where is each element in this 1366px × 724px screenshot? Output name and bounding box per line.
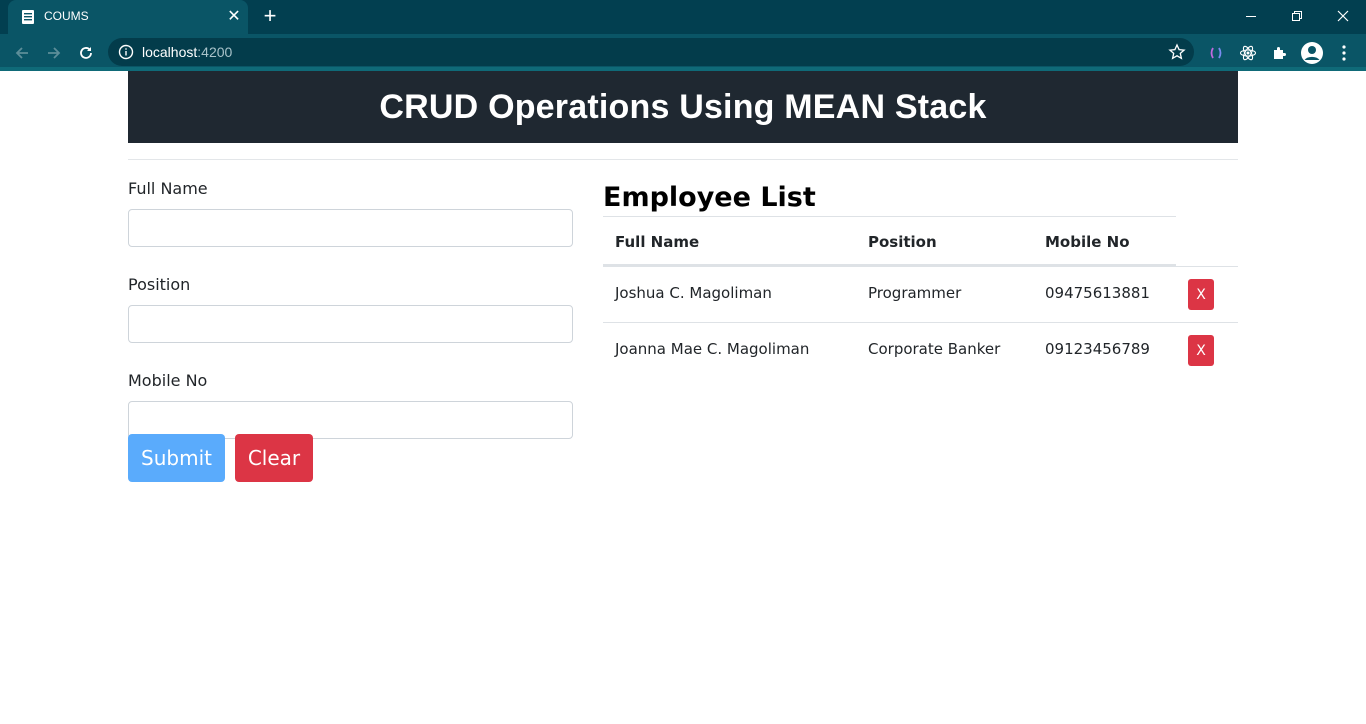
submit-button[interactable]: Submit — [128, 434, 225, 482]
cell-position: Corporate Banker — [868, 340, 1001, 358]
tab-title: COUMS — [44, 9, 89, 23]
cell-position: Programmer — [868, 284, 962, 302]
delete-button[interactable]: X — [1188, 335, 1214, 366]
column-header-full-name: Full Name — [615, 233, 700, 251]
column-header-position: Position — [868, 233, 937, 251]
table-row: Joshua C. Magoliman Programmer 094756138… — [603, 266, 1238, 322]
forward-icon[interactable] — [41, 40, 67, 66]
position-label: Position — [128, 275, 191, 294]
url-port: :4200 — [197, 44, 233, 60]
restore-icon[interactable] — [1274, 0, 1320, 32]
minimize-icon[interactable] — [1228, 0, 1274, 32]
page-favicon-icon — [22, 10, 34, 24]
profile-avatar-icon[interactable] — [1300, 41, 1324, 65]
page-content: CRUD Operations Using MEAN Stack Full Na… — [0, 71, 1366, 724]
page-title: CRUD Operations Using MEAN Stack — [379, 87, 987, 126]
column-header-mobile-no: Mobile No — [1045, 233, 1130, 251]
extensions-puzzle-icon[interactable] — [1268, 41, 1292, 65]
cell-mobile-no: 09475613881 — [1045, 284, 1150, 302]
react-devtools-icon[interactable] — [1236, 41, 1260, 65]
address-bar[interactable]: localhost:4200 — [108, 38, 1194, 66]
tab-close-icon[interactable]: ✕ — [224, 7, 244, 27]
employee-list-title: Employee List — [603, 182, 816, 213]
close-window-icon[interactable] — [1320, 0, 1366, 32]
delete-button[interactable]: X — [1188, 279, 1214, 310]
reload-icon[interactable] — [73, 40, 99, 66]
browser-toolbar: localhost:4200 — [0, 34, 1366, 71]
back-icon[interactable] — [9, 40, 35, 66]
employee-form: Full Name Position Mobile No Submit Clea… — [128, 179, 573, 482]
mobile-no-label: Mobile No — [128, 371, 208, 390]
position-input[interactable] — [128, 305, 573, 343]
bookmark-star-icon[interactable] — [1168, 43, 1186, 61]
cell-full-name: Joshua C. Magoliman — [615, 284, 772, 302]
cell-mobile-no: 09123456789 — [1045, 340, 1150, 358]
clear-button[interactable]: Clear — [235, 434, 313, 482]
cell-full-name: Joanna Mae C. Magoliman — [615, 340, 810, 358]
browser-tab-strip: COUMS ✕ + — [0, 0, 1366, 34]
header-banner: CRUD Operations Using MEAN Stack — [128, 71, 1238, 143]
url-host: localhost — [142, 44, 198, 60]
site-info-icon[interactable] — [118, 44, 134, 60]
browser-menu-icon[interactable] — [1332, 41, 1356, 65]
url-text: localhost:4200 — [142, 44, 232, 60]
table-header: Full Name Position Mobile No — [603, 216, 1176, 266]
full-name-input[interactable] — [128, 209, 573, 247]
main-container: CRUD Operations Using MEAN Stack Full Na… — [128, 71, 1238, 482]
employee-list: Employee List Full Name Position Mobile … — [603, 179, 1238, 366]
full-name-label: Full Name — [128, 179, 208, 198]
browser-tab[interactable]: COUMS ✕ — [8, 0, 248, 34]
table-row: Joanna Mae C. Magoliman Corporate Banker… — [603, 322, 1238, 378]
extension-brackets-icon[interactable] — [1204, 41, 1228, 65]
new-tab-icon[interactable]: + — [258, 5, 282, 29]
divider — [128, 159, 1238, 160]
